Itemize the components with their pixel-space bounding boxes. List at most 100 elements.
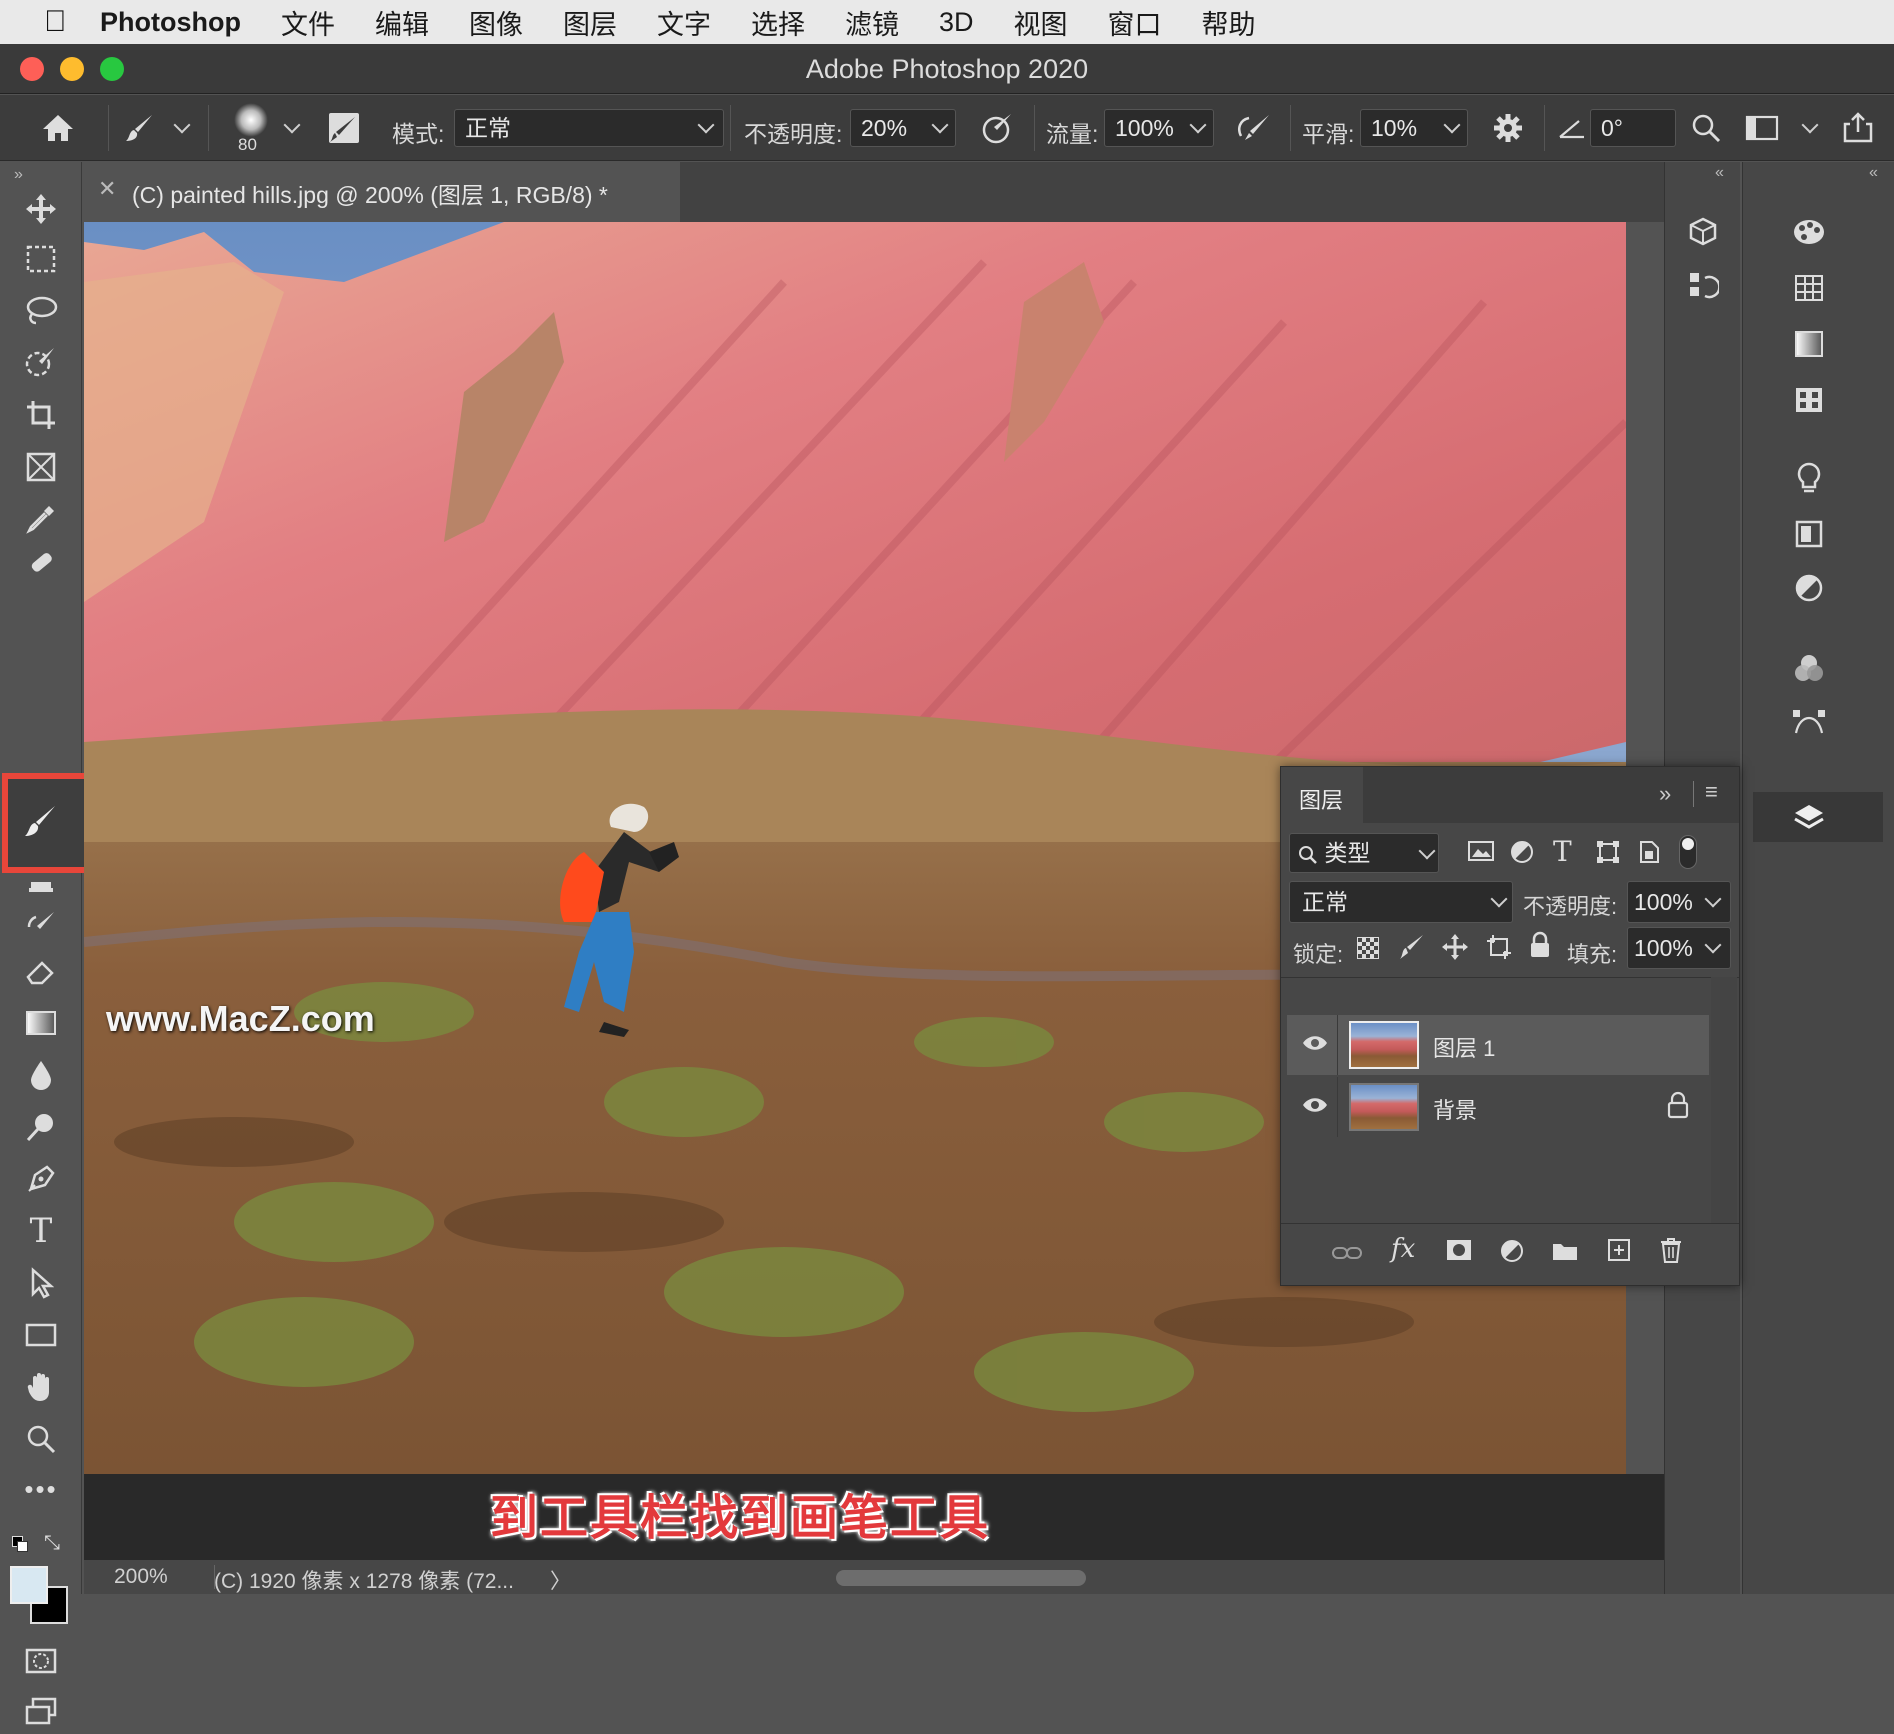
pen-icon[interactable]	[18, 1156, 64, 1202]
document-info[interactable]: (C) 1920 像素 x 1278 像素 (72...	[214, 1565, 514, 1595]
document-tab[interactable]: ✕ (C) painted hills.jpg @ 200% (图层 1, RG…	[84, 162, 680, 222]
lock-position-icon[interactable]	[1441, 933, 1469, 966]
search-icon[interactable]	[1684, 106, 1728, 150]
menu-filter[interactable]: 滤镜	[845, 3, 899, 42]
swap-colors-icon[interactable]: ⤡	[44, 1532, 60, 1555]
brush-preset-dropdown-icon[interactable]	[173, 116, 191, 134]
history-icon[interactable]	[1681, 264, 1725, 308]
filter-smartobject-icon[interactable]	[1637, 839, 1663, 865]
hand-icon[interactable]	[18, 1364, 64, 1410]
gradients-icon[interactable]	[1787, 322, 1831, 366]
layer-row-background[interactable]: 背景	[1287, 1077, 1709, 1137]
share-icon[interactable]	[1836, 106, 1880, 150]
eye-icon[interactable]	[1301, 1095, 1329, 1121]
add-mask-icon[interactable]	[1445, 1238, 1473, 1267]
collapse-dock-icon[interactable]: «	[1715, 164, 1724, 182]
adjustments-icon[interactable]	[1787, 566, 1831, 610]
filter-pixel-icon[interactable]	[1467, 839, 1495, 865]
patterns-icon[interactable]	[1787, 378, 1831, 422]
menu-window[interactable]: 窗口	[1108, 3, 1162, 42]
filter-adjustment-icon[interactable]	[1509, 839, 1537, 865]
properties-icon[interactable]	[1787, 512, 1831, 556]
horizontal-scrollbar[interactable]	[836, 1570, 1086, 1586]
history-brush-icon[interactable]	[18, 906, 64, 946]
layers-icon[interactable]	[1787, 796, 1831, 840]
angle-input[interactable]: 0°	[1590, 109, 1676, 147]
gear-icon[interactable]	[1486, 106, 1530, 150]
link-layers-icon[interactable]	[1331, 1242, 1363, 1269]
expand-toolbar-icon[interactable]: »	[14, 166, 23, 184]
layer-name[interactable]: 背景	[1433, 1093, 1477, 1125]
menu-3d[interactable]: 3D	[939, 7, 974, 38]
status-menu-arrow[interactable]: 〉	[550, 1565, 571, 1595]
quick-select-icon[interactable]	[18, 340, 64, 386]
filter-shape-icon[interactable]	[1595, 839, 1623, 865]
workspace-icon[interactable]	[1740, 106, 1784, 150]
frame-icon[interactable]	[18, 444, 64, 490]
zoom-icon[interactable]	[18, 1416, 64, 1462]
menu-select[interactable]: 选择	[751, 3, 805, 42]
apple-icon[interactable]: 	[44, 7, 74, 37]
lock-transparent-icon[interactable]	[1357, 937, 1379, 959]
marquee-icon[interactable]	[18, 236, 64, 282]
brush-size-dropdown-icon[interactable]	[283, 116, 301, 134]
workspace-dropdown-icon[interactable]	[1801, 116, 1819, 134]
libraries-icon[interactable]	[1681, 210, 1725, 254]
panel-menu-icon[interactable]: ≡	[1705, 779, 1718, 805]
layer-filter-select[interactable]: 类型	[1289, 833, 1439, 873]
menu-type[interactable]: 文字	[657, 3, 711, 42]
new-adjustment-icon[interactable]	[1499, 1238, 1525, 1269]
blur-icon[interactable]	[18, 1052, 64, 1098]
eyedropper-icon[interactable]	[18, 496, 64, 542]
mode-select[interactable]: 正常	[454, 109, 724, 147]
layer-row-layer1[interactable]: 图层 1	[1287, 1015, 1709, 1075]
stamp-icon[interactable]	[18, 872, 64, 894]
brush-icon[interactable]	[18, 798, 64, 844]
quick-mask-icon[interactable]	[18, 1638, 64, 1684]
eraser-icon[interactable]	[18, 952, 64, 992]
filter-toggle[interactable]	[1679, 835, 1697, 869]
more-icon[interactable]: •••	[18, 1466, 64, 1512]
type-icon[interactable]: T	[18, 1208, 64, 1254]
rectangle-icon[interactable]	[18, 1312, 64, 1358]
zoom-level[interactable]: 200%	[114, 1565, 168, 1589]
swatches-icon[interactable]	[1787, 266, 1831, 310]
layers-tab[interactable]: 图层	[1281, 767, 1363, 823]
lasso-icon[interactable]	[18, 288, 64, 334]
new-layer-icon[interactable]	[1607, 1238, 1631, 1267]
lock-pixels-icon[interactable]	[1399, 933, 1425, 966]
menu-image[interactable]: 图像	[469, 3, 523, 42]
close-tab-icon[interactable]: ✕	[98, 176, 116, 202]
blend-mode-select[interactable]: 正常	[1289, 881, 1513, 923]
menu-help[interactable]: 帮助	[1202, 3, 1256, 42]
eye-icon[interactable]	[1301, 1033, 1329, 1059]
screen-mode-icon[interactable]	[18, 1688, 64, 1734]
lightbulb-icon[interactable]	[1787, 456, 1831, 500]
paths-icon[interactable]	[1787, 700, 1831, 744]
lock-all-icon[interactable]	[1529, 931, 1551, 964]
foreground-color-swatch[interactable]	[10, 1566, 48, 1604]
menu-app-name[interactable]: Photoshop	[100, 7, 241, 38]
healing-icon[interactable]	[18, 548, 64, 578]
home-icon[interactable]	[36, 106, 80, 150]
airbrush-icon[interactable]	[1232, 106, 1276, 150]
filter-type-icon[interactable]: T	[1553, 835, 1572, 868]
gradient-icon[interactable]	[18, 1000, 64, 1046]
menu-view[interactable]: 视图	[1014, 3, 1068, 42]
lock-artboard-icon[interactable]	[1485, 933, 1513, 966]
new-group-icon[interactable]	[1551, 1240, 1579, 1267]
channels-icon[interactable]	[1787, 646, 1831, 690]
brush-tip-preview[interactable]	[234, 103, 268, 137]
path-select-icon[interactable]	[18, 1260, 64, 1306]
crop-icon[interactable]	[18, 392, 64, 438]
move-icon[interactable]	[18, 186, 64, 232]
delete-layer-icon[interactable]	[1659, 1236, 1683, 1269]
default-colors-icon[interactable]	[12, 1536, 28, 1552]
layers-scrollbar[interactable]	[1711, 977, 1737, 1223]
collapse-panels-icon[interactable]: «	[1869, 164, 1878, 182]
color-palette-icon[interactable]	[1787, 210, 1831, 254]
menu-file[interactable]: 文件	[281, 3, 335, 42]
menu-edit[interactable]: 编辑	[375, 3, 429, 42]
brush-preset-icon[interactable]	[118, 106, 162, 150]
pressure-opacity-icon[interactable]	[976, 106, 1020, 150]
